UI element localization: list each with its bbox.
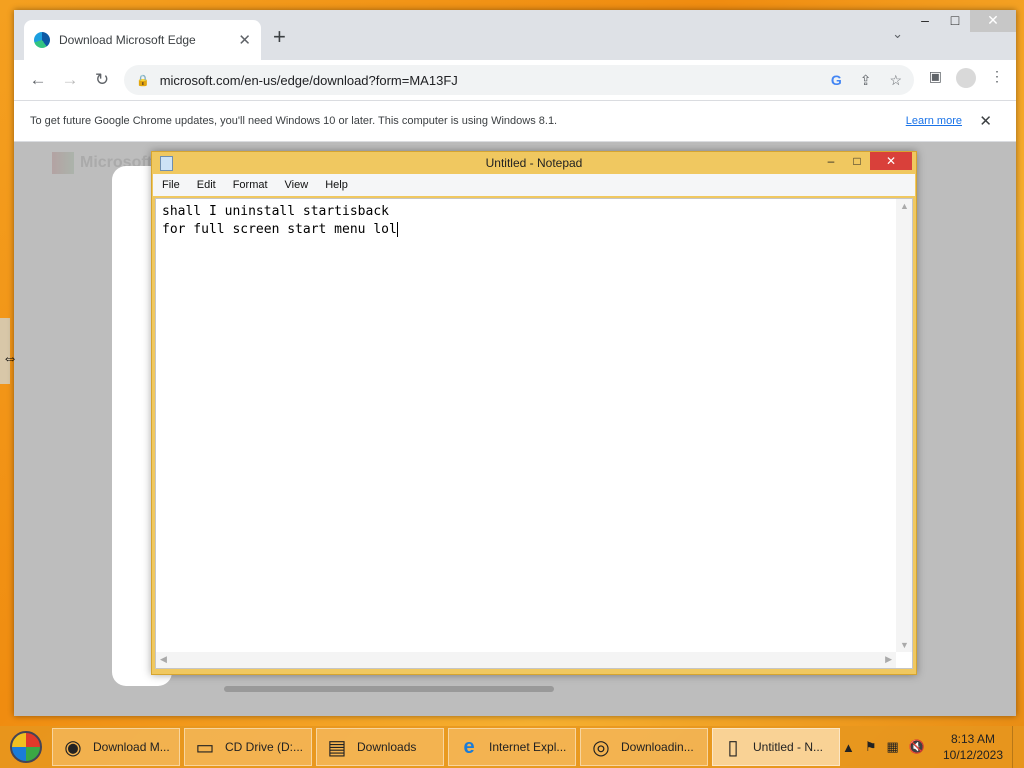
tab-search-chevron-icon[interactable]: ⌄ <box>892 26 903 42</box>
cd-drive-icon: ▭ <box>195 736 215 759</box>
folder-icon: ▤ <box>327 736 347 759</box>
browser-toolbar: ← → ↻ 🔒 microsoft.com/en-us/edge/downloa… <box>14 60 1016 100</box>
toolbar-right: ▣ ⋮ <box>929 68 1004 88</box>
update-infobar: To get future Google Chrome updates, you… <box>14 100 1016 142</box>
taskbar-item-downloads[interactable]: ▤ Downloads <box>316 728 444 766</box>
menu-format[interactable]: Format <box>233 179 268 191</box>
menu-view[interactable]: View <box>285 179 309 191</box>
show-desktop-button[interactable] <box>1012 726 1024 768</box>
scroll-right-arrow-icon[interactable]: ▶ <box>885 654 892 665</box>
taskbar: ◉ Download M... ▭ CD Drive (D:... ▤ Down… <box>0 726 1024 768</box>
edge-logo-icon <box>34 32 50 48</box>
menu-help[interactable]: Help <box>325 179 348 191</box>
notepad-text-area[interactable]: shall I uninstall startisback for full s… <box>155 198 913 669</box>
page-footer-bar <box>224 686 554 692</box>
taskbar-item-internet-explorer[interactable]: e Internet Expl... <box>448 728 576 766</box>
clock[interactable]: 8:13 AM 10/12/2023 <box>938 731 1008 763</box>
clock-date: 10/12/2023 <box>942 748 1004 762</box>
tab-title: Download Microsoft Edge <box>59 33 196 47</box>
notepad-maximize-button[interactable]: □ <box>844 152 870 170</box>
share-icon[interactable]: ⇪ <box>860 72 872 89</box>
notepad-close-button[interactable]: ✕ <box>870 152 912 170</box>
start-orb-icon <box>10 731 42 763</box>
installer-icon: ◎ <box>592 736 610 759</box>
taskbar-item-label: Download M... <box>93 740 170 754</box>
text-line-2: for full screen start menu lol <box>162 222 397 237</box>
horizontal-scrollbar[interactable]: ◀ ▶ <box>156 652 896 668</box>
system-tray: ▲ ⚑ ▦ 🔇 8:13 AM 10/12/2023 <box>837 726 1024 768</box>
infobar-message: To get future Google Chrome updates, you… <box>30 115 558 127</box>
forward-button[interactable]: → <box>54 70 86 90</box>
taskbar-item-label: Downloads <box>357 740 417 754</box>
volume-muted-icon[interactable]: 🔇 <box>909 739 925 755</box>
minimize-button[interactable]: – <box>910 10 940 32</box>
taskbar-item-label: Downloadin... <box>621 740 694 754</box>
infobar-close-icon[interactable]: ✕ <box>979 112 992 130</box>
notepad-minimize-button[interactable]: – <box>818 152 844 170</box>
mouse-cursor-icon: ⇔ <box>2 350 18 367</box>
maximize-button[interactable]: □ <box>940 10 970 32</box>
text-line-1: shall I uninstall startisback <box>162 204 389 219</box>
profile-avatar[interactable] <box>956 68 976 88</box>
notepad-window: Untitled - Notepad – □ ✕ File Edit Forma… <box>151 151 917 675</box>
start-button[interactable] <box>0 726 52 768</box>
notepad-window-controls: – □ ✕ <box>818 152 912 170</box>
ie-icon: e <box>463 735 475 758</box>
chrome-icon: ◉ <box>64 736 82 759</box>
taskbar-item-label: CD Drive (D:... <box>225 740 303 754</box>
menu-file[interactable]: File <box>162 179 180 191</box>
lock-icon[interactable]: 🔒 <box>136 74 150 87</box>
chrome-window-controls: – □ ✕ <box>910 10 1016 32</box>
learn-more-link[interactable]: Learn more <box>906 115 962 127</box>
reload-button[interactable]: ↻ <box>86 70 118 90</box>
text-caret <box>396 222 398 237</box>
scroll-up-arrow-icon[interactable]: ▲ <box>900 201 909 211</box>
notepad-icon: ▯ <box>727 736 739 759</box>
clock-time: 8:13 AM <box>950 732 996 746</box>
taskbar-item-notepad[interactable]: ▯ Untitled - N... <box>712 728 840 766</box>
bookmark-star-icon[interactable]: ☆ <box>889 72 902 89</box>
back-button[interactable]: ← <box>22 70 54 90</box>
network-icon[interactable]: ▦ <box>887 739 899 755</box>
side-panel-icon[interactable]: ▣ <box>929 68 942 88</box>
action-center-flag-icon[interactable]: ⚑ <box>865 739 877 755</box>
menu-kebab-icon[interactable]: ⋮ <box>990 68 1004 88</box>
taskbar-item-downloading[interactable]: ◎ Downloadin... <box>580 728 708 766</box>
tray-overflow-chevron-icon[interactable]: ▲ <box>842 740 855 755</box>
menu-edit[interactable]: Edit <box>197 179 216 191</box>
taskbar-item-label: Untitled - N... <box>753 740 824 754</box>
scroll-down-arrow-icon[interactable]: ▼ <box>900 640 909 650</box>
tab-download-edge[interactable]: Download Microsoft Edge ✕ <box>24 20 261 60</box>
tab-close-icon[interactable]: ✕ <box>238 31 251 49</box>
notepad-content[interactable]: shall I uninstall startisback for full s… <box>162 203 398 239</box>
google-lens-icon[interactable]: G <box>831 72 842 88</box>
microsoft-logo-icon <box>52 152 74 174</box>
notepad-titlebar[interactable]: Untitled - Notepad – □ ✕ <box>152 152 916 174</box>
vertical-scrollbar[interactable]: ▲ ▼ <box>896 199 912 652</box>
notepad-title: Untitled - Notepad <box>485 156 583 170</box>
notepad-menubar: File Edit Format View Help <box>153 174 915 196</box>
taskbar-item-cd-drive[interactable]: ▭ CD Drive (D:... <box>184 728 312 766</box>
close-window-button[interactable]: ✕ <box>970 10 1016 32</box>
tab-strip: Download Microsoft Edge ✕ + ⌄ – □ ✕ <box>14 10 1016 60</box>
url-text[interactable]: microsoft.com/en-us/edge/download?form=M… <box>160 73 813 88</box>
taskbar-item-label: Internet Expl... <box>489 740 567 754</box>
address-bar[interactable]: 🔒 microsoft.com/en-us/edge/download?form… <box>124 65 914 95</box>
scroll-left-arrow-icon[interactable]: ◀ <box>160 654 167 665</box>
new-tab-button[interactable]: + <box>273 24 286 50</box>
taskbar-item-chrome[interactable]: ◉ Download M... <box>52 728 180 766</box>
